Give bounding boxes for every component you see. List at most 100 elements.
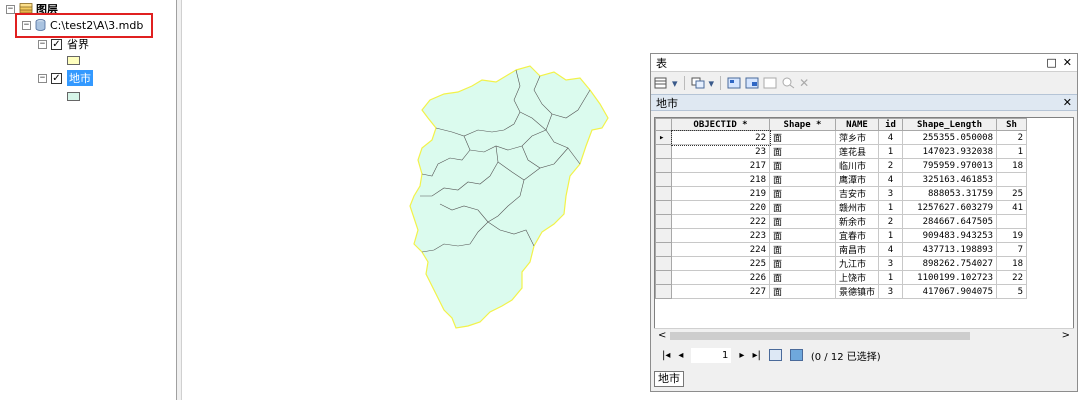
cell-shape[interactable]: 面: [769, 200, 836, 215]
column-header[interactable]: Shape_Length: [902, 118, 998, 131]
cell-shape-length[interactable]: 325163.461853: [902, 172, 998, 187]
row-selector[interactable]: [655, 270, 672, 285]
table-row[interactable]: ▸ 22 面萍乡市 4 255355.050008 2: [655, 129, 1028, 146]
cell-name[interactable]: 南昌市: [834, 242, 880, 257]
attribute-table-window[interactable]: 表 □ ✕ ▾ ▾ ✕ 地市 ✕ OBJECTID * Shape * NAME…: [650, 53, 1078, 392]
cell-shape[interactable]: 面: [769, 270, 836, 285]
delete-selected-icon[interactable]: ✕: [799, 76, 809, 90]
scrollbar-thumb[interactable]: [670, 332, 970, 340]
cell-name[interactable]: 景德镇市: [834, 284, 880, 299]
next-record-button[interactable]: ▸: [739, 350, 744, 361]
column-header[interactable]: Shape *: [769, 118, 836, 131]
table-row[interactable]: 223 面宜春市 1 909483.943253 19: [655, 228, 1028, 243]
cell-objectid[interactable]: 222: [671, 214, 770, 229]
cell-shape-length[interactable]: 417067.904075: [902, 284, 998, 299]
show-all-records-button[interactable]: [768, 349, 782, 361]
window-titlebar[interactable]: 表 □ ✕: [651, 54, 1077, 72]
close-button[interactable]: ✕: [1063, 56, 1072, 69]
table-options-icon[interactable]: [654, 77, 668, 89]
zoom-to-selected-icon[interactable]: [781, 77, 795, 89]
row-selector[interactable]: [655, 256, 672, 271]
collapse-toggle[interactable]: −: [38, 73, 47, 83]
attribute-grid[interactable]: OBJECTID * Shape * NAME id Shape_Length …: [654, 117, 1074, 340]
select-by-attributes-icon[interactable]: [727, 77, 741, 89]
cell-objectid[interactable]: 225: [671, 256, 770, 271]
row-selector[interactable]: ▸: [655, 130, 672, 145]
cell-shape[interactable]: 面: [769, 186, 836, 201]
cell-shape[interactable]: 面: [769, 144, 836, 159]
row-selector[interactable]: [655, 284, 672, 299]
cell-name[interactable]: 吉安市: [834, 186, 880, 201]
scroll-left-arrow[interactable]: <: [658, 330, 666, 341]
table-row[interactable]: 227 面景德镇市 3 417067.904075 5: [655, 284, 1028, 299]
cell-objectid[interactable]: 23: [671, 144, 770, 159]
cell-shape-length[interactable]: 1100199.102723: [902, 270, 998, 285]
cell-shape[interactable]: 面: [769, 214, 836, 229]
cell-id[interactable]: 1: [878, 144, 904, 159]
cell-shape-area[interactable]: 5: [996, 284, 1028, 299]
cell-shape-length[interactable]: 909483.943253: [902, 228, 998, 243]
table-row[interactable]: 225 面九江市 3 898262.754027 18: [655, 256, 1028, 271]
collapse-toggle[interactable]: −: [22, 20, 31, 30]
show-selected-records-button[interactable]: [789, 349, 803, 361]
cell-name[interactable]: 莲花县: [834, 144, 880, 159]
cell-shape[interactable]: 面: [769, 158, 836, 173]
current-record-field[interactable]: 1: [691, 347, 732, 363]
cell-objectid[interactable]: 220: [671, 200, 770, 215]
cell-name[interactable]: 鹰潭市: [834, 172, 880, 187]
scroll-right-arrow[interactable]: >: [1062, 330, 1070, 341]
cell-objectid[interactable]: 226: [671, 270, 770, 285]
cell-shape-area[interactable]: 22: [996, 270, 1028, 285]
cell-shape[interactable]: 面: [769, 256, 836, 271]
table-row[interactable]: 224 面南昌市 4 437713.198893 7: [655, 242, 1028, 257]
cell-id[interactable]: 3: [878, 186, 904, 201]
cell-shape[interactable]: 面: [769, 172, 836, 187]
cell-id[interactable]: 3: [878, 284, 904, 299]
cell-shape[interactable]: 面: [769, 284, 836, 299]
cell-id[interactable]: 1: [878, 228, 904, 243]
row-selector[interactable]: [655, 214, 672, 229]
collapse-toggle[interactable]: −: [6, 4, 15, 14]
cell-shape-length[interactable]: 795959.970013: [902, 158, 998, 173]
map-view[interactable]: [182, 0, 652, 400]
layer-symbol-swatch[interactable]: [67, 92, 80, 101]
cell-shape-area[interactable]: 18: [996, 256, 1028, 271]
cell-shape[interactable]: 面: [769, 242, 836, 257]
close-table-button[interactable]: ✕: [1063, 96, 1077, 109]
row-selector[interactable]: [655, 144, 672, 159]
row-selector[interactable]: [655, 200, 672, 215]
row-selector-header[interactable]: [655, 118, 672, 131]
cell-name[interactable]: 宜春市: [834, 228, 880, 243]
cell-name[interactable]: 萍乡市: [834, 130, 880, 145]
cell-shape-area[interactable]: 19: [996, 228, 1028, 243]
cell-shape-length[interactable]: 284667.647505: [902, 214, 998, 229]
cell-shape-area[interactable]: 2: [996, 130, 1028, 145]
cell-objectid[interactable]: 219: [671, 186, 770, 201]
cell-shape-area[interactable]: 25: [996, 186, 1028, 201]
cell-id[interactable]: 4: [878, 172, 904, 187]
cell-shape[interactable]: 面: [769, 228, 836, 243]
cell-shape-length[interactable]: 1257627.603279: [902, 200, 998, 215]
layer-label[interactable]: 省界: [67, 36, 89, 52]
cell-objectid[interactable]: 227: [671, 284, 770, 299]
cell-name[interactable]: 新余市: [834, 214, 880, 229]
row-selector[interactable]: [655, 242, 672, 257]
previous-record-button[interactable]: ◂: [678, 350, 683, 361]
cell-shape-length[interactable]: 147023.932038: [902, 144, 998, 159]
cell-shape-area[interactable]: 7: [996, 242, 1028, 257]
table-row[interactable]: 23 面莲花县 1 147023.932038 1: [655, 144, 1028, 159]
related-tables-icon[interactable]: [691, 77, 705, 89]
cell-shape-area[interactable]: [996, 214, 1028, 229]
maximize-button[interactable]: □: [1046, 56, 1056, 69]
row-selector[interactable]: [655, 186, 672, 201]
cell-shape-area[interactable]: 1: [996, 144, 1028, 159]
cell-id[interactable]: 1: [878, 200, 904, 215]
table-row[interactable]: 219 面吉安市 3 888053.31759 25: [655, 186, 1028, 201]
cell-objectid[interactable]: 218: [671, 172, 770, 187]
cell-objectid[interactable]: 22: [670, 129, 771, 146]
cell-id[interactable]: 2: [878, 214, 904, 229]
cell-name[interactable]: 上饶市: [834, 270, 880, 285]
cell-id[interactable]: 2: [878, 158, 904, 173]
column-header[interactable]: OBJECTID *: [671, 118, 770, 131]
cell-objectid[interactable]: 224: [671, 242, 770, 257]
